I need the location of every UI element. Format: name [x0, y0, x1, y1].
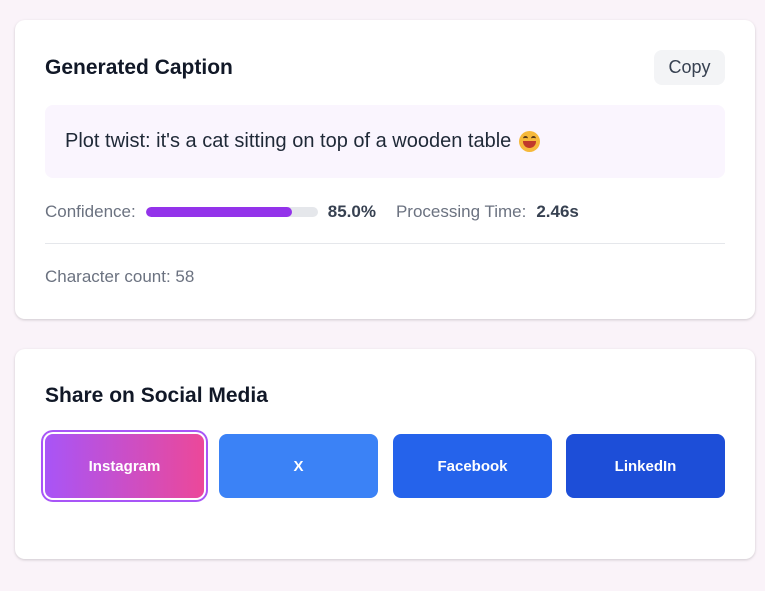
- share-card: Share on Social Media Instagram X Facebo…: [15, 349, 755, 559]
- confidence-bar-fill: [145, 207, 292, 217]
- metrics-row: Confidence: 85.0% Processing Time: 2.46s: [45, 200, 579, 224]
- processing-time-value: 2.46s: [536, 202, 579, 221]
- caption-box: Plot twist: it's a cat sitting on top of…: [45, 105, 725, 178]
- grinning-face-emoji-icon: [519, 131, 541, 152]
- character-count: Character count: 58: [45, 267, 195, 286]
- caption-text: Plot twist: it's a cat sitting on top of…: [65, 130, 512, 152]
- caption-card-title: Generated Caption: [45, 56, 233, 79]
- confidence-bar: [145, 207, 318, 217]
- share-facebook-button[interactable]: Facebook: [393, 434, 552, 498]
- share-linkedin-button[interactable]: LinkedIn: [566, 434, 725, 498]
- share-buttons: Instagram X Facebook LinkedIn: [45, 434, 725, 498]
- copy-button[interactable]: Copy: [654, 50, 725, 85]
- processing-time-label: Processing Time:: [395, 202, 527, 221]
- confidence-value: 85.0%: [327, 202, 376, 221]
- caption-card: Generated Caption Copy Plot twist: it's …: [15, 20, 755, 319]
- share-card-title: Share on Social Media: [45, 384, 268, 407]
- share-x-button[interactable]: X: [219, 434, 378, 498]
- divider: [45, 243, 725, 244]
- confidence-label: Confidence:: [45, 202, 136, 221]
- share-instagram-button[interactable]: Instagram: [45, 434, 204, 498]
